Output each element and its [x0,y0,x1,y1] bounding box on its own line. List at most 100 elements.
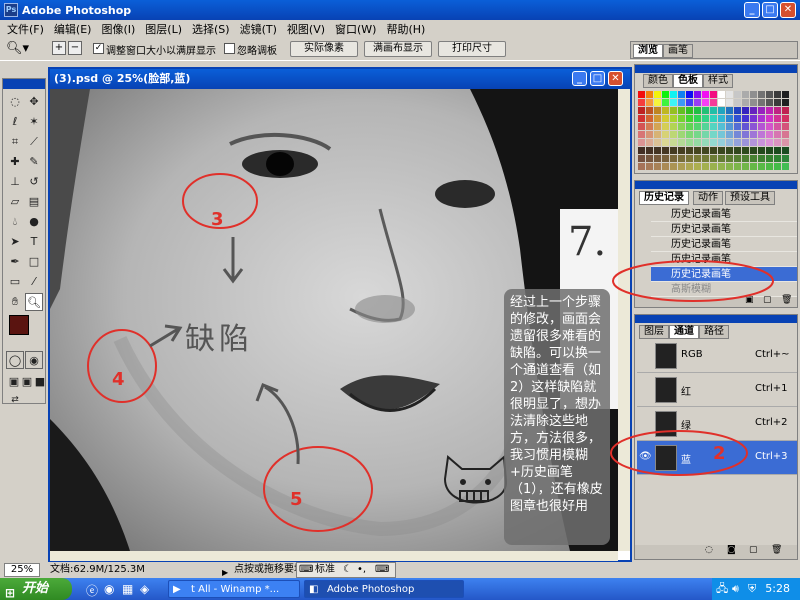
color-swatch[interactable] [702,91,709,98]
color-swatch[interactable] [694,115,701,122]
color-swatch[interactable] [726,91,733,98]
crop-tool-icon[interactable]: ⌗ [6,133,24,151]
start-button[interactable]: ⊞ 开始 [0,578,72,600]
color-swatch[interactable] [654,163,661,170]
history-brush-tool-icon[interactable]: ↺ [25,173,43,191]
color-swatch[interactable] [686,115,693,122]
channels-panel-title[interactable] [635,315,797,323]
color-swatch[interactable] [750,163,757,170]
color-swatch[interactable] [686,139,693,146]
color-swatch[interactable] [646,123,653,130]
network-icon[interactable]: 🖧︎ [716,578,728,600]
history-item[interactable]: 历史记录画笔 [651,207,797,222]
color-swatch[interactable] [662,147,669,154]
color-swatch[interactable] [702,163,709,170]
color-swatch[interactable] [726,107,733,114]
ime-bar[interactable]: ⌨ 标准 ☾ •, ⌨ [296,562,396,578]
color-swatch[interactable] [694,107,701,114]
color-swatch[interactable] [718,163,725,170]
color-swatch[interactable] [678,123,685,130]
color-swatch[interactable] [726,147,733,154]
color-swatch[interactable] [654,115,661,122]
color-swatch[interactable] [710,147,717,154]
color-swatch[interactable] [694,91,701,98]
lasso-tool-icon[interactable]: ℓ [6,113,24,131]
color-swatch[interactable] [766,147,773,154]
menu-layer[interactable]: 图层(L) [140,21,187,37]
color-swatch[interactable] [782,139,789,146]
color-swatch[interactable] [670,155,677,162]
color-swatch[interactable] [742,99,749,106]
foreground-color-swatch[interactable] [9,315,29,335]
color-swatch[interactable] [734,147,741,154]
color-swatch[interactable] [710,115,717,122]
color-swatch[interactable] [742,147,749,154]
color-swatch[interactable] [718,147,725,154]
color-swatch[interactable] [638,99,645,106]
color-swatch[interactable] [710,163,717,170]
trash-icon[interactable]: 🗑︎ [781,295,792,305]
color-swatch[interactable] [758,99,765,106]
new-channel-icon[interactable]: ▢ [749,545,758,555]
tab-color[interactable]: 颜色 [643,74,673,88]
color-swatch[interactable] [758,91,765,98]
color-swatch[interactable] [686,123,693,130]
color-swatch[interactable] [702,155,709,162]
color-swatch[interactable] [678,107,685,114]
color-swatch[interactable] [694,123,701,130]
color-swatch[interactable] [766,115,773,122]
eyedropper-tool-icon[interactable]: ⁄ [25,273,43,291]
color-swatch[interactable] [686,147,693,154]
ime-keyboard-icon[interactable]: ⌨ [375,563,389,577]
color-swatch[interactable] [646,107,653,114]
color-swatch[interactable] [702,147,709,154]
color-swatch[interactable] [766,99,773,106]
color-swatch[interactable] [654,91,661,98]
tab-styles[interactable]: 样式 [703,74,733,88]
menu-file[interactable]: 文件(F) [2,21,49,37]
color-swatch[interactable] [678,91,685,98]
color-swatch[interactable] [678,115,685,122]
menu-select[interactable]: 选择(S) [187,21,235,37]
notes-tool-icon[interactable]: ▭ [6,273,24,291]
color-swatch[interactable] [718,131,725,138]
color-swatch[interactable] [694,163,701,170]
color-swatch[interactable] [678,155,685,162]
color-swatch[interactable] [646,99,653,106]
explorer-icon[interactable]: ◉ [104,582,114,596]
color-swatch[interactable] [710,139,717,146]
color-swatch[interactable] [734,115,741,122]
color-swatch[interactable] [654,99,661,106]
color-swatch[interactable] [782,115,789,122]
color-swatch[interactable] [662,107,669,114]
menu-edit[interactable]: 编辑(E) [49,21,97,37]
color-swatch[interactable] [758,115,765,122]
color-swatch[interactable] [758,139,765,146]
color-swatch[interactable] [718,155,725,162]
color-swatch[interactable] [638,131,645,138]
color-swatch[interactable] [718,91,725,98]
color-swatch[interactable] [782,107,789,114]
color-swatch[interactable] [734,107,741,114]
gradient-tool-icon[interactable]: ▤ [25,193,43,211]
color-swatch[interactable] [734,91,741,98]
channel-row-rgb[interactable]: RGB Ctrl+~ [637,339,797,373]
color-swatch[interactable] [750,123,757,130]
color-swatch[interactable] [686,163,693,170]
color-swatch[interactable] [750,155,757,162]
eraser-tool-icon[interactable]: ▱ [6,193,24,211]
type-tool-icon[interactable]: T [25,233,43,251]
zoom-field[interactable]: 25% [4,563,40,577]
document-title-bar[interactable]: (3).psd @ 25%(脸部,蓝) _ □ ✕ [50,69,630,89]
color-swatch[interactable] [734,163,741,170]
color-swatch[interactable] [774,155,781,162]
color-swatch[interactable] [694,155,701,162]
color-swatch[interactable] [638,139,645,146]
color-swatch[interactable] [710,123,717,130]
color-swatch[interactable] [694,147,701,154]
shape-tool-icon[interactable]: □ [25,253,43,271]
color-swatch[interactable] [742,115,749,122]
pen-tool-icon[interactable]: ✒ [6,253,24,271]
horizontal-scrollbar[interactable] [50,551,618,561]
color-swatch[interactable] [750,99,757,106]
